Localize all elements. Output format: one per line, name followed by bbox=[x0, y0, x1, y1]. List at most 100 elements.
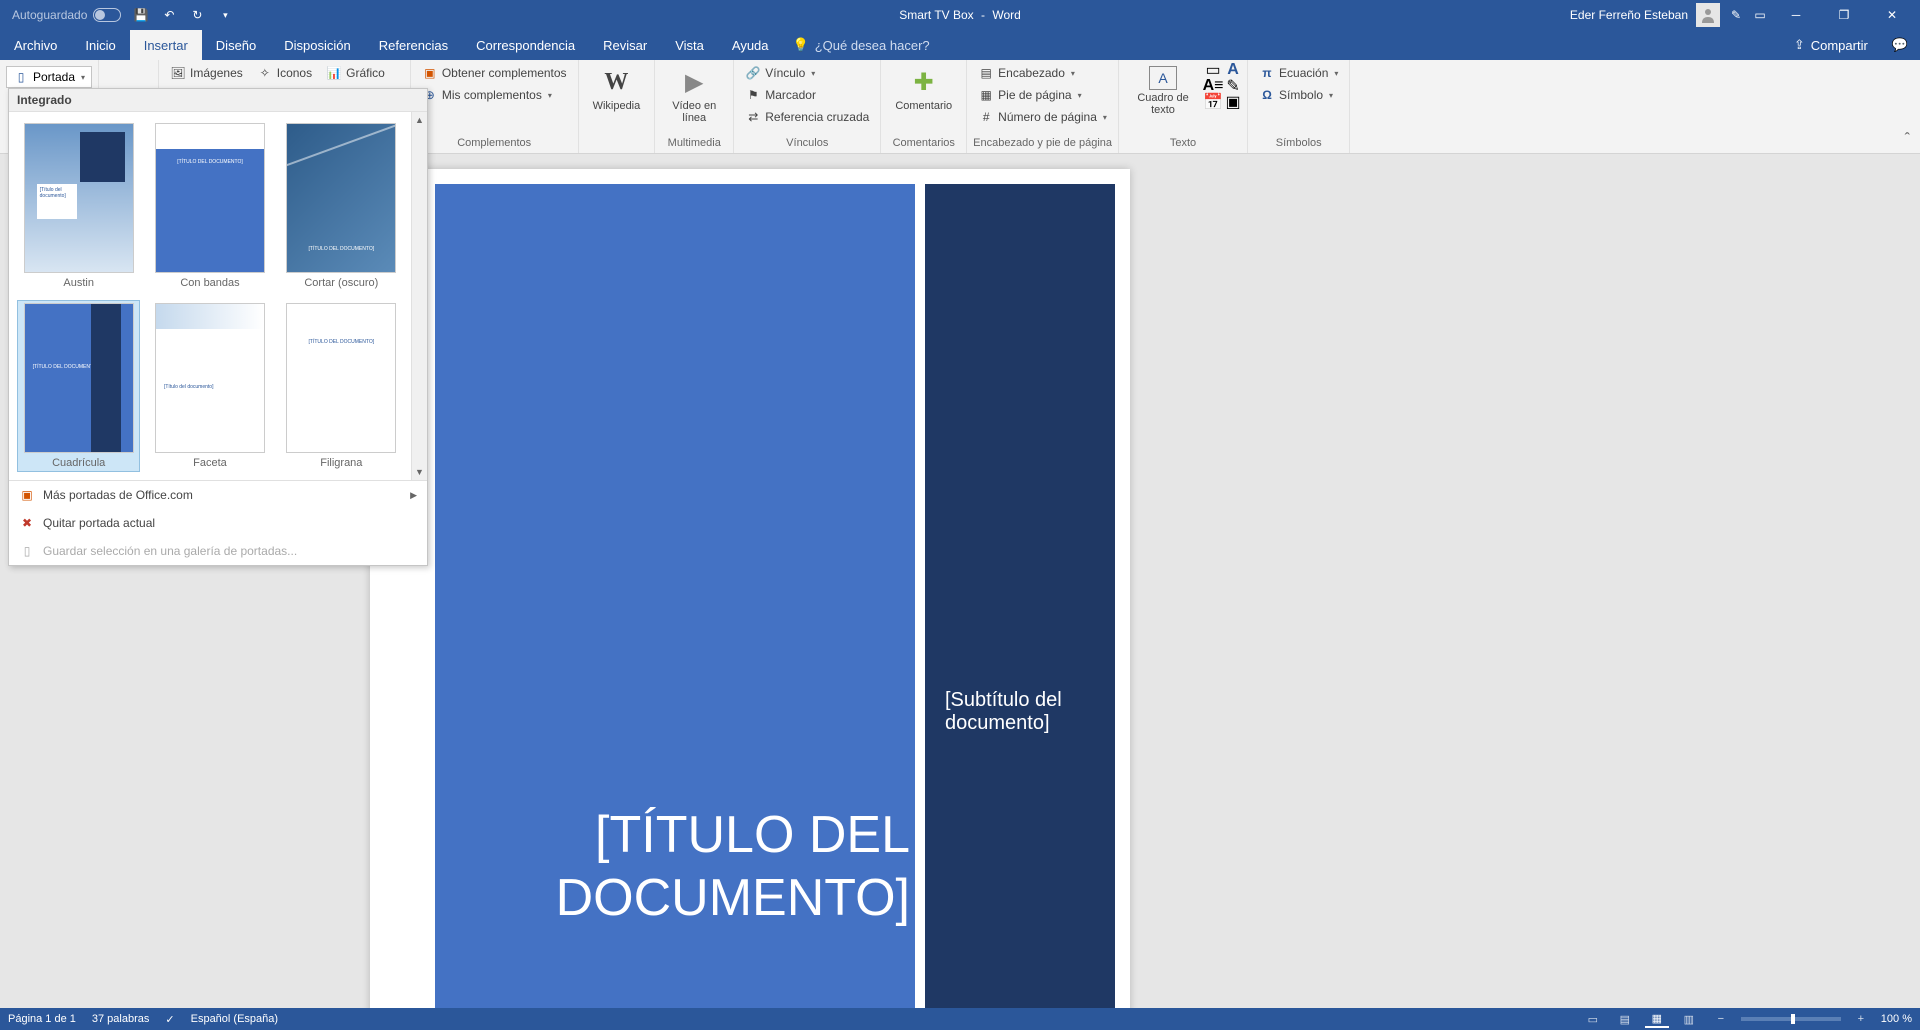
language-indicator[interactable]: Español (España) bbox=[191, 1013, 278, 1025]
focus-mode-icon[interactable]: ▭ bbox=[1581, 1010, 1605, 1028]
group-complementos: Complementos bbox=[417, 137, 572, 151]
portada-dropdown[interactable]: ▯ Portada ▾ bbox=[6, 66, 92, 88]
cuadro-texto-button[interactable]: A Cuadro de texto bbox=[1125, 62, 1201, 120]
share-icon: ⇪ bbox=[1794, 37, 1805, 53]
marcador-button[interactable]: ⚑Marcador bbox=[740, 84, 874, 106]
cover-title-field[interactable]: [TÍTULO DEL DOCUMENTO] bbox=[450, 804, 910, 929]
tab-correspondencia[interactable]: Correspondencia bbox=[462, 30, 589, 60]
print-layout-icon[interactable]: ▦ bbox=[1645, 1010, 1669, 1028]
wikipedia-button[interactable]: W Wikipedia bbox=[585, 62, 649, 116]
icons-icon: ✧ bbox=[257, 65, 273, 81]
guardar-seleccion-menu-item: ▯ Guardar selección en una galería de po… bbox=[9, 537, 427, 565]
remove-icon: ✖ bbox=[19, 515, 35, 531]
tab-insertar[interactable]: Insertar bbox=[130, 30, 202, 60]
bookmark-icon: ⚑ bbox=[745, 87, 761, 103]
window-title: Smart TV Box - Word bbox=[899, 8, 1021, 22]
tab-vista[interactable]: Vista bbox=[661, 30, 718, 60]
minimize-button[interactable]: ─ bbox=[1776, 0, 1816, 30]
cover-option-austin[interactable]: [Título del documento] Austin bbox=[17, 120, 140, 292]
mas-portadas-menu-item[interactable]: ▣ Más portadas de Office.com ▶ bbox=[9, 481, 427, 509]
mis-complementos-button[interactable]: ⊕Mis complementos▾ bbox=[417, 84, 572, 106]
chart-icon: 📊 bbox=[326, 65, 342, 81]
undo-icon[interactable]: ↶ bbox=[161, 7, 177, 23]
redo-icon[interactable]: ↻ bbox=[189, 7, 205, 23]
video-button[interactable]: ▶ Vídeo en línea bbox=[661, 62, 727, 128]
textbox-icon: A bbox=[1149, 66, 1177, 90]
grafico-button[interactable]: 📊Gráfico bbox=[321, 62, 404, 84]
submenu-arrow-icon: ▶ bbox=[410, 490, 417, 501]
referencia-cruzada-button[interactable]: ⇄Referencia cruzada bbox=[740, 106, 874, 128]
cover-option-con-bandas[interactable]: [TÍTULO DEL DOCUMENTO] Con bandas bbox=[148, 120, 271, 292]
cover-option-filigrana[interactable]: [TÍTULO DEL DOCUMENTO] Filigrana bbox=[280, 300, 403, 472]
tab-diseno[interactable]: Diseño bbox=[202, 30, 270, 60]
tab-inicio[interactable]: Inicio bbox=[71, 30, 129, 60]
group-texto: Texto bbox=[1125, 137, 1241, 151]
equation-icon: π bbox=[1259, 65, 1275, 81]
pie-pagina-button[interactable]: ▦Pie de página▾ bbox=[973, 84, 1112, 106]
comments-pane-icon[interactable]: 💬 bbox=[1892, 37, 1908, 53]
quickparts-icon[interactable]: ▭ bbox=[1205, 62, 1221, 78]
cover-option-faceta[interactable]: [Título del documento] Faceta bbox=[148, 300, 271, 472]
images-icon: 🖼 bbox=[170, 65, 186, 81]
ribbon-display-icon[interactable]: ▭ bbox=[1752, 7, 1768, 23]
simbolo-button[interactable]: ΩSímbolo▾ bbox=[1254, 84, 1343, 106]
scroll-up-icon[interactable]: ▲ bbox=[412, 112, 428, 128]
group-simbolos: Símbolos bbox=[1254, 137, 1343, 151]
maximize-button[interactable]: ❐ bbox=[1824, 0, 1864, 30]
ecuacion-button[interactable]: πEcuación▾ bbox=[1254, 62, 1343, 84]
collapse-ribbon-icon[interactable]: ˆ bbox=[1895, 127, 1920, 153]
qat-customize-icon[interactable]: ▾ bbox=[217, 7, 233, 23]
zoom-in-button[interactable]: + bbox=[1849, 1010, 1873, 1028]
cover-subtitle-field[interactable]: [Subtítulo del documento] bbox=[945, 689, 1105, 735]
web-layout-icon[interactable]: ▥ bbox=[1677, 1010, 1701, 1028]
tab-disposicion[interactable]: Disposición bbox=[270, 30, 364, 60]
encabezado-button[interactable]: ▤Encabezado▾ bbox=[973, 62, 1112, 84]
autosave-label: Autoguardado bbox=[12, 8, 87, 22]
header-icon: ▤ bbox=[978, 65, 994, 81]
tab-referencias[interactable]: Referencias bbox=[365, 30, 462, 60]
gallery-scrollbar[interactable]: ▲ ▼ bbox=[411, 112, 427, 480]
store-icon: ▣ bbox=[422, 65, 438, 81]
imagenes-button[interactable]: 🖼Imágenes bbox=[165, 62, 248, 84]
date-icon[interactable]: 📅 bbox=[1205, 94, 1221, 110]
cover-side-panel bbox=[925, 184, 1115, 1008]
user-avatar-icon[interactable] bbox=[1696, 3, 1720, 27]
read-mode-icon[interactable]: ▤ bbox=[1613, 1010, 1637, 1028]
page-icon: ▯ bbox=[13, 69, 29, 85]
zoom-slider[interactable] bbox=[1741, 1017, 1841, 1021]
page[interactable]: [TÍTULO DEL DOCUMENTO] [Subtítulo del do… bbox=[370, 169, 1130, 1008]
tell-me-search[interactable]: 💡 ¿Qué desea hacer? bbox=[793, 30, 930, 60]
autosave-toggle[interactable]: Autoguardado bbox=[12, 8, 121, 22]
tab-archivo[interactable]: Archivo bbox=[0, 30, 71, 60]
zoom-out-button[interactable]: − bbox=[1709, 1010, 1733, 1028]
tab-ayuda[interactable]: Ayuda bbox=[718, 30, 783, 60]
save-icon[interactable]: 💾 bbox=[133, 7, 149, 23]
page-indicator[interactable]: Página 1 de 1 bbox=[8, 1013, 76, 1025]
group-comentarios: Comentarios bbox=[887, 137, 960, 151]
iconos-button[interactable]: ✧Iconos bbox=[252, 62, 317, 84]
symbol-icon: Ω bbox=[1259, 87, 1275, 103]
lightbulb-icon: 💡 bbox=[793, 37, 809, 53]
link-icon: 🔗 bbox=[745, 65, 761, 81]
object-icon[interactable]: ▣ bbox=[1225, 94, 1241, 110]
zoom-level[interactable]: 100 % bbox=[1881, 1013, 1912, 1025]
cover-option-cortar-oscuro[interactable]: [TÍTULO DEL DOCUMENTO] Cortar (oscuro) bbox=[280, 120, 403, 292]
cover-option-cuadricula[interactable]: [TÍTULO DEL DOCUMENTO] Cuadrícula bbox=[17, 300, 140, 472]
save-selection-icon: ▯ bbox=[19, 543, 35, 559]
user-name[interactable]: Eder Ferreño Esteban bbox=[1570, 8, 1688, 22]
tab-revisar[interactable]: Revisar bbox=[589, 30, 661, 60]
proofing-icon[interactable]: ✓ bbox=[165, 1013, 174, 1026]
quitar-portada-menu-item[interactable]: ✖ Quitar portada actual bbox=[9, 509, 427, 537]
word-count[interactable]: 37 palabras bbox=[92, 1013, 150, 1025]
gallery-section-header: Integrado bbox=[9, 89, 427, 112]
share-button[interactable]: ⇪ Compartir bbox=[1780, 37, 1882, 53]
scroll-down-icon[interactable]: ▼ bbox=[412, 464, 428, 480]
pagenum-icon: # bbox=[978, 109, 994, 125]
comentario-button[interactable]: ✚ Comentario bbox=[887, 62, 960, 116]
numero-pagina-button[interactable]: #Número de página▾ bbox=[973, 106, 1112, 128]
close-button[interactable]: ✕ bbox=[1872, 0, 1912, 30]
obtener-complementos-button[interactable]: ▣Obtener complementos bbox=[417, 62, 572, 84]
vinculo-button[interactable]: 🔗Vínculo▾ bbox=[740, 62, 874, 84]
footer-icon: ▦ bbox=[978, 87, 994, 103]
drawing-mode-icon[interactable]: ✎ bbox=[1728, 7, 1744, 23]
